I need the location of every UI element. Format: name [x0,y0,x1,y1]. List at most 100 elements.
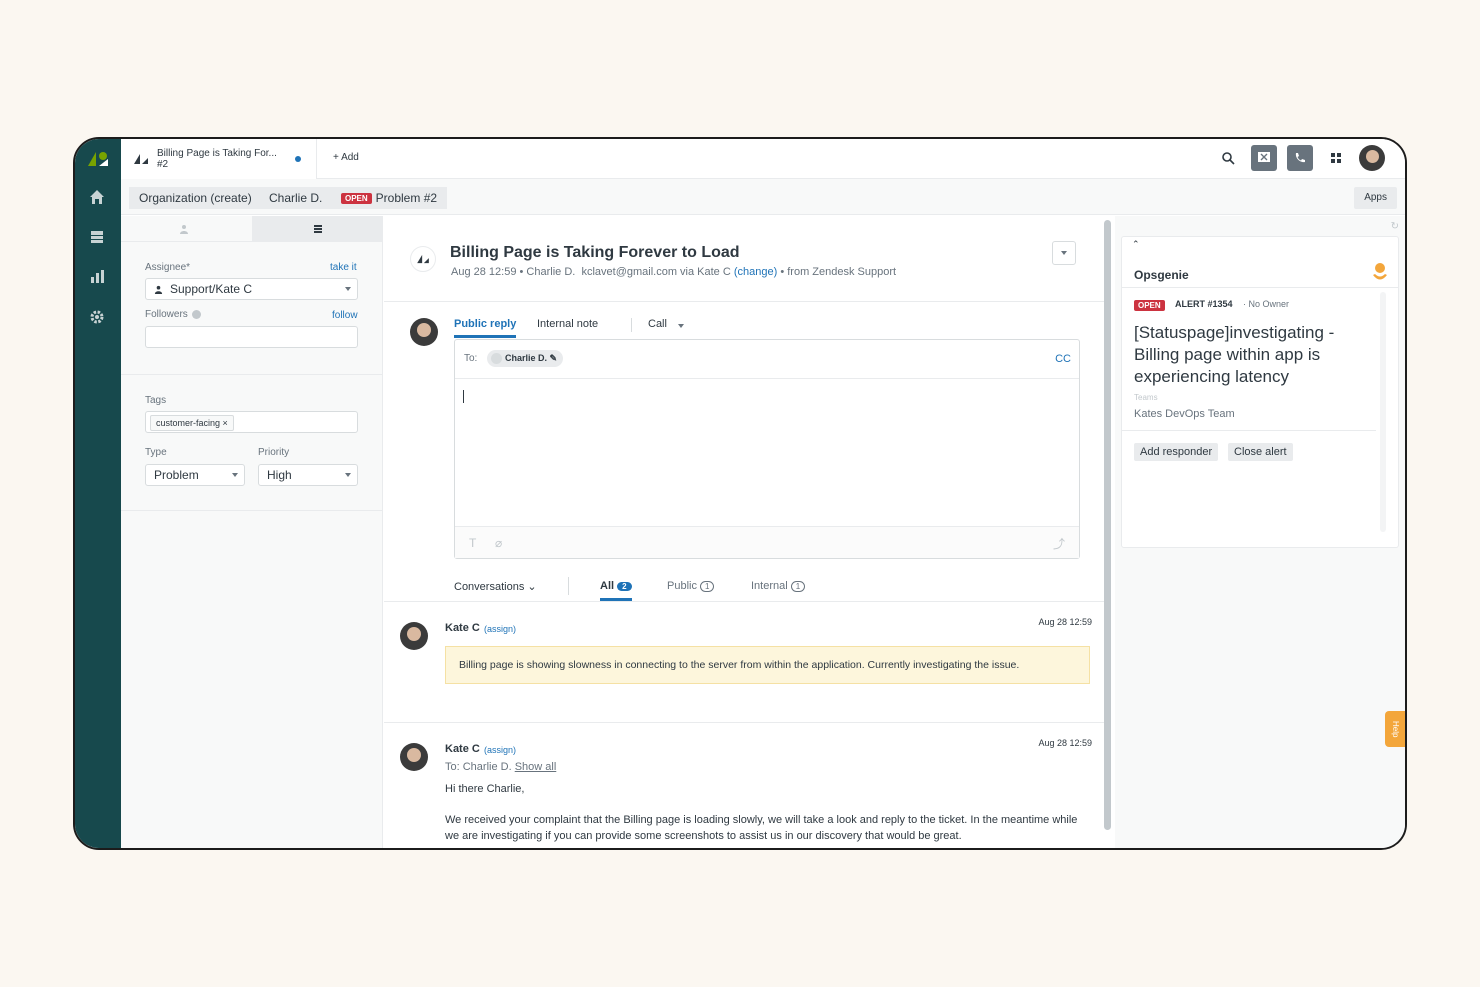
macro-icon[interactable]: ⤴ [1053,535,1065,552]
divider [1122,287,1398,288]
tab-call[interactable]: Call [648,318,667,330]
follow-link[interactable]: follow [332,310,358,321]
ticket-conversation: Billing Page is Taking Forever to Load A… [384,216,1104,848]
crumb-requester[interactable]: Charlie D. [259,187,333,209]
home-icon[interactable] [87,187,107,207]
take-it-link[interactable]: take it [330,262,357,273]
type-select[interactable]: Problem [145,464,245,486]
divider [121,510,383,511]
opsgenie-app-card: ⌃ Opsgenie OPEN ALERT #1354 · No Owner [… [1121,236,1399,548]
settings-gear-icon[interactable] [87,307,107,327]
ticket-properties-tab[interactable] [252,216,383,242]
chat-icon[interactable] [1251,145,1277,171]
internal-note-body: Billing page is showing slowness in conn… [445,646,1090,684]
reporting-icon[interactable] [87,267,107,287]
tags-input[interactable]: customer-facing × [145,411,358,433]
author-avatar [400,743,428,771]
type-label: Type [145,447,167,458]
info-icon [192,310,201,319]
app-name: Opsgenie [1134,268,1189,282]
crumb-ticket[interactable]: OPEN Problem #2 [331,187,448,209]
card-scrollbar[interactable] [1380,292,1386,532]
person-icon [154,285,163,294]
chevron-down-icon [1061,251,1067,255]
user-icon[interactable] [179,223,189,237]
apps-grid-icon[interactable] [1323,145,1349,171]
recipients-row: To: Charlie D. ✎ CC [455,340,1079,379]
text-format-icon[interactable]: T [469,536,476,550]
comment-to: To: Charlie D. [445,761,512,773]
followers-input[interactable] [145,326,358,348]
cc-button[interactable]: CC [1055,353,1071,365]
comment-recipients: To: Charlie D. Show all [445,761,556,773]
list-icon [314,225,322,233]
divider [384,601,1104,602]
conversations-label: Conversations [454,581,525,593]
ticket-email[interactable]: kclavet@gmail.com [581,266,677,278]
filter-all[interactable]: All 2 [600,580,632,601]
filter-public[interactable]: Public 1 [667,580,715,592]
change-link[interactable]: (change) [734,266,777,278]
recipient-chip[interactable]: Charlie D. ✎ [487,350,564,367]
tab-internal-note[interactable]: Internal note [537,318,598,330]
assignee-value: Support/Kate C [170,282,253,296]
chevron-up-icon[interactable]: ⌃ [1132,239,1140,250]
ticket-date: Aug 28 12:59 [451,266,517,278]
chevron-down-icon [232,473,238,477]
user-avatar[interactable] [1359,145,1385,171]
assign-link[interactable]: (assign) [484,745,516,755]
recipient-avatar [491,353,502,364]
assignee-select[interactable]: Support/Kate C [145,278,358,300]
assign-link[interactable]: (assign) [484,624,516,634]
filter-all-label: All [600,580,615,592]
filter-internal[interactable]: Internal 1 [751,580,806,592]
reply-editor[interactable]: To: Charlie D. ✎ CC T ⌀ ⤴ [454,339,1080,559]
ticket-requester[interactable]: Charlie D. [526,266,575,278]
breadcrumb: Organization (create) Charlie D. OPEN Pro… [121,179,1405,215]
tab-public-reply[interactable]: Public reply [454,318,517,338]
attachment-icon[interactable]: ⌀ [495,536,502,550]
tag-chip[interactable]: customer-facing × [150,415,234,431]
properties-tabs [121,216,383,242]
ticket-tab[interactable]: Billing Page is Taking For... #2 [121,139,317,179]
opsgenie-logo-icon [1373,263,1387,280]
filter-public-count: 1 [700,581,715,592]
help-button[interactable]: Help [1385,711,1405,747]
tags-label: Tags [145,395,167,406]
ticket-properties-panel: Assignee* take it Support/Kate C Followe… [121,216,383,848]
search-icon[interactable] [1215,145,1241,171]
crumb-ticket-label: Problem #2 [375,191,438,205]
zendesk-logo-icon[interactable] [87,151,109,167]
comment-author[interactable]: Kate C [445,743,480,755]
apps-button[interactable]: Apps [1354,187,1397,209]
recipient-name: Charlie D. [505,353,548,363]
conversation-scrollbar[interactable] [1104,220,1111,830]
priority-select[interactable]: High [258,464,358,486]
ticket-source: from Zendesk Support [787,266,897,278]
to-label: To: [464,353,478,364]
alert-owner-value: No Owner [1248,299,1290,309]
author-avatar [400,622,428,650]
comment-author[interactable]: Kate C [445,622,480,634]
filter-all-count: 2 [617,582,632,591]
ticket-title: Billing Page is Taking Forever to Load [450,244,740,261]
add-tab-button[interactable]: + Add [333,152,359,163]
conversations-filter[interactable]: Conversations ⌄ [454,580,537,593]
show-all-link[interactable]: Show all [515,761,557,773]
refresh-icon[interactable]: ↻ [1391,221,1399,232]
assignee-label: Assignee* [145,262,191,273]
team-name: Kates DevOps Team [1134,408,1235,420]
views-icon[interactable] [87,227,107,247]
comment-time: Aug 28 12:59 [1038,617,1092,627]
divider [384,722,1104,723]
close-alert-button[interactable]: Close alert [1228,443,1293,461]
alert-title[interactable]: [Statuspage]investigating - Billing page… [1134,322,1374,388]
filter-internal-count: 1 [790,581,806,592]
add-responder-button[interactable]: Add responder [1134,443,1219,461]
ticket-via: via Kate C [680,266,731,278]
phone-icon[interactable] [1287,145,1313,171]
crumb-organization[interactable]: Organization (create) [129,187,262,209]
zendesk-ticket-icon [134,154,148,164]
status-badge: OPEN [341,193,372,204]
ticket-options-button[interactable] [1052,241,1076,265]
